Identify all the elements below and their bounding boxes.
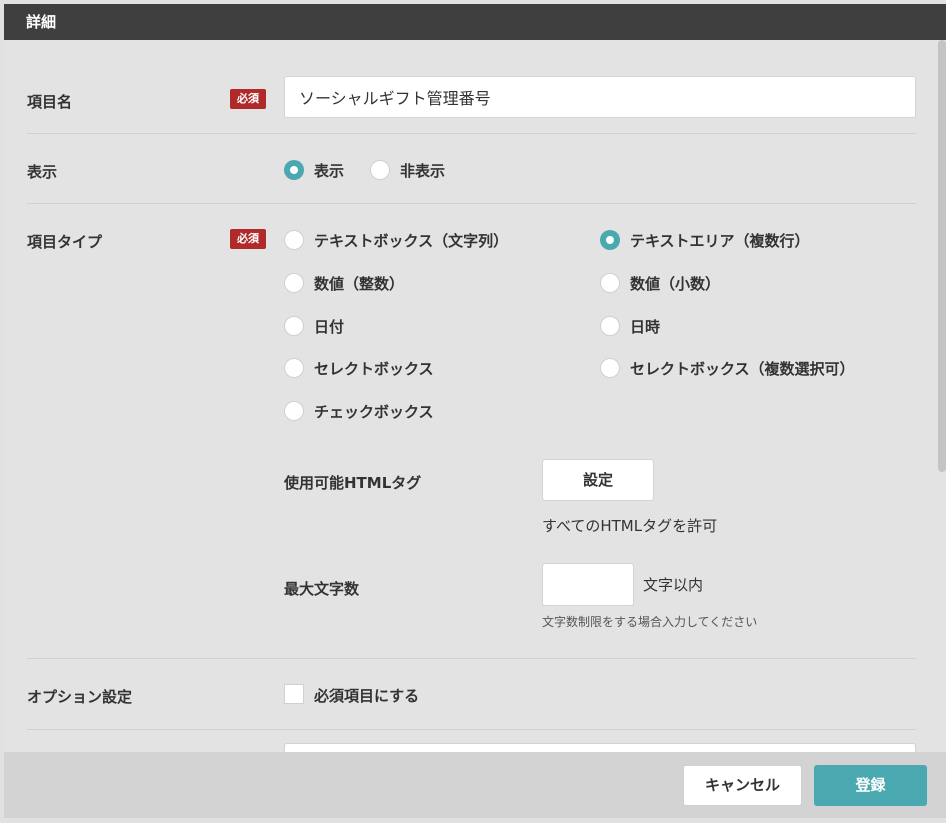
type-textbox-label: テキストボックス（文字列） [314, 232, 509, 250]
dialog-footer: キャンセル 登録 [4, 752, 946, 818]
max-chars-suffix: 文字以内 [643, 576, 704, 594]
type-decimal-label: 数値（小数） [630, 275, 721, 293]
html-tags-status: すべてのHTMLタグを許可 [542, 517, 718, 535]
type-textarea-label: テキストエリア（複数行） [630, 232, 810, 250]
item-type-label: 項目タイプ [27, 233, 103, 251]
required-item-checkbox-label: 必須項目にする [314, 687, 420, 705]
type-decimal-radio[interactable] [600, 273, 620, 293]
type-date-radio[interactable] [284, 316, 304, 336]
divider [27, 133, 916, 134]
type-multiselect-label: セレクトボックス（複数選択可） [630, 360, 855, 378]
html-tags-settings-button[interactable]: 設定 [542, 459, 654, 501]
type-multiselect-radio[interactable] [600, 358, 620, 378]
type-datetime-label: 日時 [630, 318, 661, 336]
submit-button[interactable]: 登録 [814, 765, 927, 806]
cancel-button[interactable]: キャンセル [683, 765, 802, 806]
type-datetime-radio[interactable] [600, 316, 620, 336]
dialog-title: 詳細 [26, 13, 57, 31]
html-tags-label: 使用可能HTMLタグ [284, 474, 422, 492]
next-field-input[interactable] [284, 743, 916, 752]
type-select-radio[interactable] [284, 358, 304, 378]
type-textbox-radio[interactable] [284, 230, 304, 250]
divider [27, 203, 916, 204]
item-name-label: 項目名 [27, 93, 73, 111]
dialog-header: 詳細 [4, 4, 946, 40]
max-chars-input[interactable] [542, 563, 634, 606]
required-badge: 必須 [230, 229, 266, 249]
type-checkbox-label: チェックボックス [314, 403, 434, 421]
display-label: 表示 [27, 163, 58, 181]
required-badge: 必須 [230, 89, 266, 109]
type-integer-label: 数値（整数） [314, 275, 405, 293]
scrollbar-thumb[interactable] [938, 40, 946, 472]
display-show-radio[interactable] [284, 160, 304, 180]
type-checkbox-radio[interactable] [284, 401, 304, 421]
scrollbar[interactable] [938, 40, 946, 752]
display-show-label: 表示 [314, 162, 345, 180]
divider [27, 729, 916, 730]
divider [27, 658, 916, 659]
max-chars-hint: 文字数制限をする場合入力してください [542, 615, 758, 629]
display-hide-label: 非表示 [400, 162, 446, 180]
type-integer-radio[interactable] [284, 273, 304, 293]
type-date-label: 日付 [314, 318, 345, 336]
display-hide-radio[interactable] [370, 160, 390, 180]
item-name-input[interactable] [284, 76, 916, 118]
max-chars-label: 最大文字数 [284, 580, 360, 598]
options-label: オプション設定 [27, 688, 133, 706]
type-select-label: セレクトボックス [314, 360, 434, 378]
form-body[interactable]: 項目名 必須 表示 表示 非表示 項目タイプ 必須 テキストボックス（文字列） … [4, 40, 946, 752]
required-item-checkbox[interactable] [284, 684, 304, 704]
type-textarea-radio[interactable] [600, 230, 620, 250]
